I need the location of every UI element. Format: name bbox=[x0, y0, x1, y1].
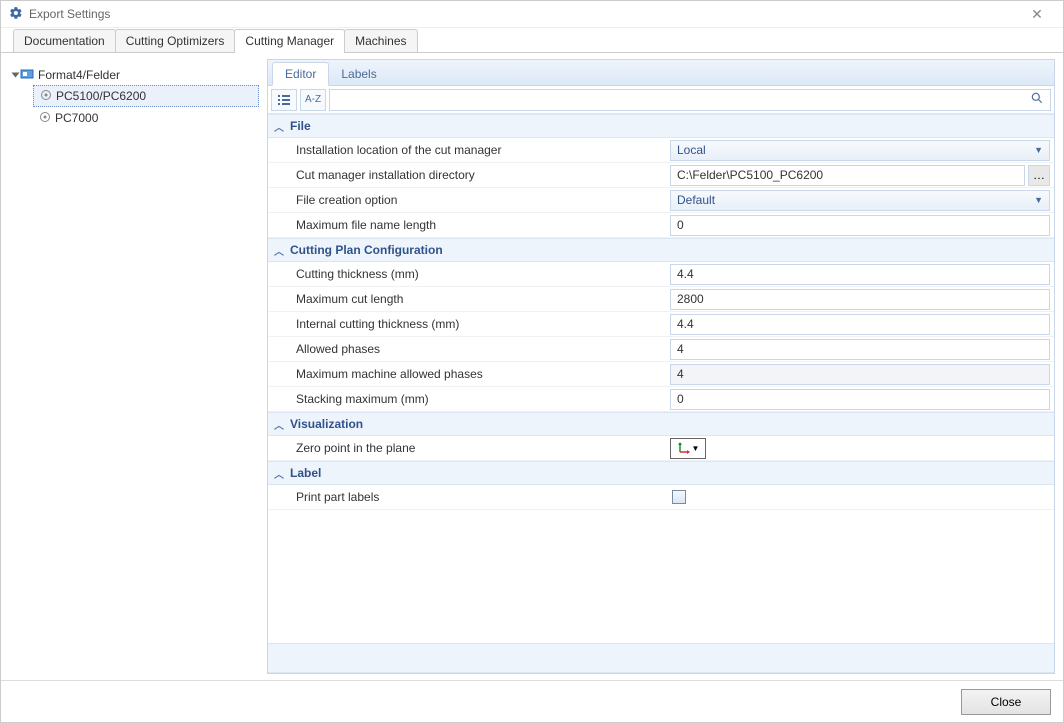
print-labels-checkbox[interactable] bbox=[672, 490, 686, 504]
dropdown-value: Default bbox=[677, 193, 1034, 207]
gear-icon bbox=[9, 6, 23, 23]
group-title: Cutting Plan Configuration bbox=[290, 243, 443, 257]
property-grid: ︿ File Installation location of the cut … bbox=[268, 114, 1054, 673]
chevron-up-icon: ︿ bbox=[274, 466, 290, 481]
row-max-machine-phases: Maximum machine allowed phases 4 bbox=[268, 362, 1054, 387]
prop-label: File creation option bbox=[268, 188, 668, 212]
prop-label: Stacking maximum (mm) bbox=[268, 387, 668, 411]
tab-machines[interactable]: Machines bbox=[344, 29, 417, 52]
prop-label: Maximum file name length bbox=[268, 213, 668, 237]
panel-tabs: Editor Labels bbox=[268, 60, 1054, 86]
prop-label: Installation location of the cut manager bbox=[268, 138, 668, 162]
group-title: Label bbox=[290, 466, 321, 480]
tab-cutting-optimizers[interactable]: Cutting Optimizers bbox=[115, 29, 236, 52]
row-max-cut-length: Maximum cut length 2800 bbox=[268, 287, 1054, 312]
zero-point-selector[interactable]: ▼ bbox=[670, 438, 706, 459]
titlebar: Export Settings ✕ bbox=[1, 1, 1063, 28]
row-install-dir: Cut manager installation directory C:\Fe… bbox=[268, 163, 1054, 188]
cut-thickness-input[interactable]: 4.4 bbox=[670, 264, 1050, 285]
internal-thickness-input[interactable]: 4.4 bbox=[670, 314, 1050, 335]
browse-button[interactable]: … bbox=[1028, 165, 1050, 186]
footer: Close bbox=[1, 680, 1063, 722]
row-print-labels: Print part labels bbox=[268, 485, 1054, 510]
prop-label: Maximum machine allowed phases bbox=[268, 362, 668, 386]
window-close-button[interactable]: ✕ bbox=[1019, 6, 1055, 23]
toolbar: A-Z bbox=[268, 86, 1054, 114]
max-filename-input[interactable]: 0 bbox=[670, 215, 1050, 236]
editor-panel: Editor Labels A-Z ︿ File bbox=[267, 59, 1055, 674]
prop-label: Allowed phases bbox=[268, 337, 668, 361]
tree-item-label: PC7000 bbox=[55, 111, 98, 125]
row-max-filename: Maximum file name length 0 bbox=[268, 213, 1054, 238]
prop-label: Cutting thickness (mm) bbox=[268, 262, 668, 286]
group-cutting[interactable]: ︿ Cutting Plan Configuration bbox=[268, 238, 1054, 262]
group-title: File bbox=[290, 119, 311, 133]
search-input[interactable] bbox=[336, 91, 1030, 109]
group-label[interactable]: ︿ Label bbox=[268, 461, 1054, 485]
install-dir-input[interactable]: C:\Felder\PC5100_PC6200 bbox=[670, 165, 1025, 186]
row-install-location: Installation location of the cut manager… bbox=[268, 138, 1054, 163]
prop-label: Internal cutting thickness (mm) bbox=[268, 312, 668, 336]
search-box[interactable] bbox=[329, 89, 1051, 111]
tree-root[interactable]: Format4/Felder bbox=[9, 65, 259, 85]
dropdown-value: Local bbox=[677, 143, 1034, 157]
gear-icon bbox=[39, 111, 51, 126]
chevron-down-icon: ▼ bbox=[1034, 195, 1043, 205]
tree-vendor-icon bbox=[20, 67, 34, 84]
gear-icon bbox=[40, 89, 52, 104]
allowed-phases-input[interactable]: 4 bbox=[670, 339, 1050, 360]
description-pane bbox=[268, 643, 1054, 673]
install-location-dropdown[interactable]: Local ▼ bbox=[670, 140, 1050, 161]
max-cut-length-input[interactable]: 2800 bbox=[670, 289, 1050, 310]
file-creation-dropdown[interactable]: Default ▼ bbox=[670, 190, 1050, 211]
axis-icon bbox=[677, 441, 691, 455]
main-tabs: Documentation Cutting Optimizers Cutting… bbox=[1, 28, 1063, 53]
tree-item-pc7000[interactable]: PC7000 bbox=[33, 107, 259, 129]
panel-tab-labels[interactable]: Labels bbox=[329, 63, 388, 85]
row-zero-point: Zero point in the plane ▼ bbox=[268, 436, 1054, 461]
tree: Format4/Felder PC5100/PC6200 PC7000 bbox=[9, 59, 259, 674]
row-cut-thickness: Cutting thickness (mm) 4.4 bbox=[268, 262, 1054, 287]
prop-label: Print part labels bbox=[268, 485, 668, 509]
chevron-up-icon: ︿ bbox=[274, 119, 290, 134]
row-stacking-max: Stacking maximum (mm) 0 bbox=[268, 387, 1054, 412]
group-file[interactable]: ︿ File bbox=[268, 114, 1054, 138]
tree-children: PC5100/PC6200 PC7000 bbox=[33, 85, 259, 129]
window: Export Settings ✕ Documentation Cutting … bbox=[0, 0, 1064, 723]
tree-item-pc5100[interactable]: PC5100/PC6200 bbox=[33, 85, 259, 107]
tree-root-label: Format4/Felder bbox=[38, 68, 120, 82]
prop-label: Cut manager installation directory bbox=[268, 163, 668, 187]
row-allowed-phases: Allowed phases 4 bbox=[268, 337, 1054, 362]
expand-icon bbox=[12, 73, 20, 78]
group-visualization[interactable]: ︿ Visualization bbox=[268, 412, 1054, 436]
chevron-up-icon: ︿ bbox=[274, 243, 290, 258]
stacking-max-input[interactable]: 0 bbox=[670, 389, 1050, 410]
prop-label: Maximum cut length bbox=[268, 287, 668, 311]
tab-cutting-manager[interactable]: Cutting Manager bbox=[234, 29, 345, 52]
row-file-creation: File creation option Default ▼ bbox=[268, 188, 1054, 213]
prop-label: Zero point in the plane bbox=[268, 436, 668, 460]
chevron-down-icon: ▼ bbox=[1034, 145, 1043, 155]
group-title: Visualization bbox=[290, 417, 363, 431]
row-internal-thickness: Internal cutting thickness (mm) 4.4 bbox=[268, 312, 1054, 337]
tab-documentation[interactable]: Documentation bbox=[13, 29, 116, 52]
categorize-button[interactable] bbox=[271, 89, 297, 111]
panel-tab-editor[interactable]: Editor bbox=[272, 62, 329, 86]
tree-item-label: PC5100/PC6200 bbox=[56, 89, 146, 103]
window-title: Export Settings bbox=[29, 7, 1019, 21]
max-machine-phases-value: 4 bbox=[670, 364, 1050, 385]
chevron-down-icon: ▼ bbox=[692, 444, 700, 453]
grid-blank bbox=[268, 510, 1054, 643]
chevron-up-icon: ︿ bbox=[274, 417, 290, 432]
sort-button[interactable]: A-Z bbox=[300, 89, 326, 111]
close-button[interactable]: Close bbox=[961, 689, 1051, 715]
search-icon bbox=[1030, 91, 1044, 108]
body: Format4/Felder PC5100/PC6200 PC7000 Edit… bbox=[1, 53, 1063, 680]
